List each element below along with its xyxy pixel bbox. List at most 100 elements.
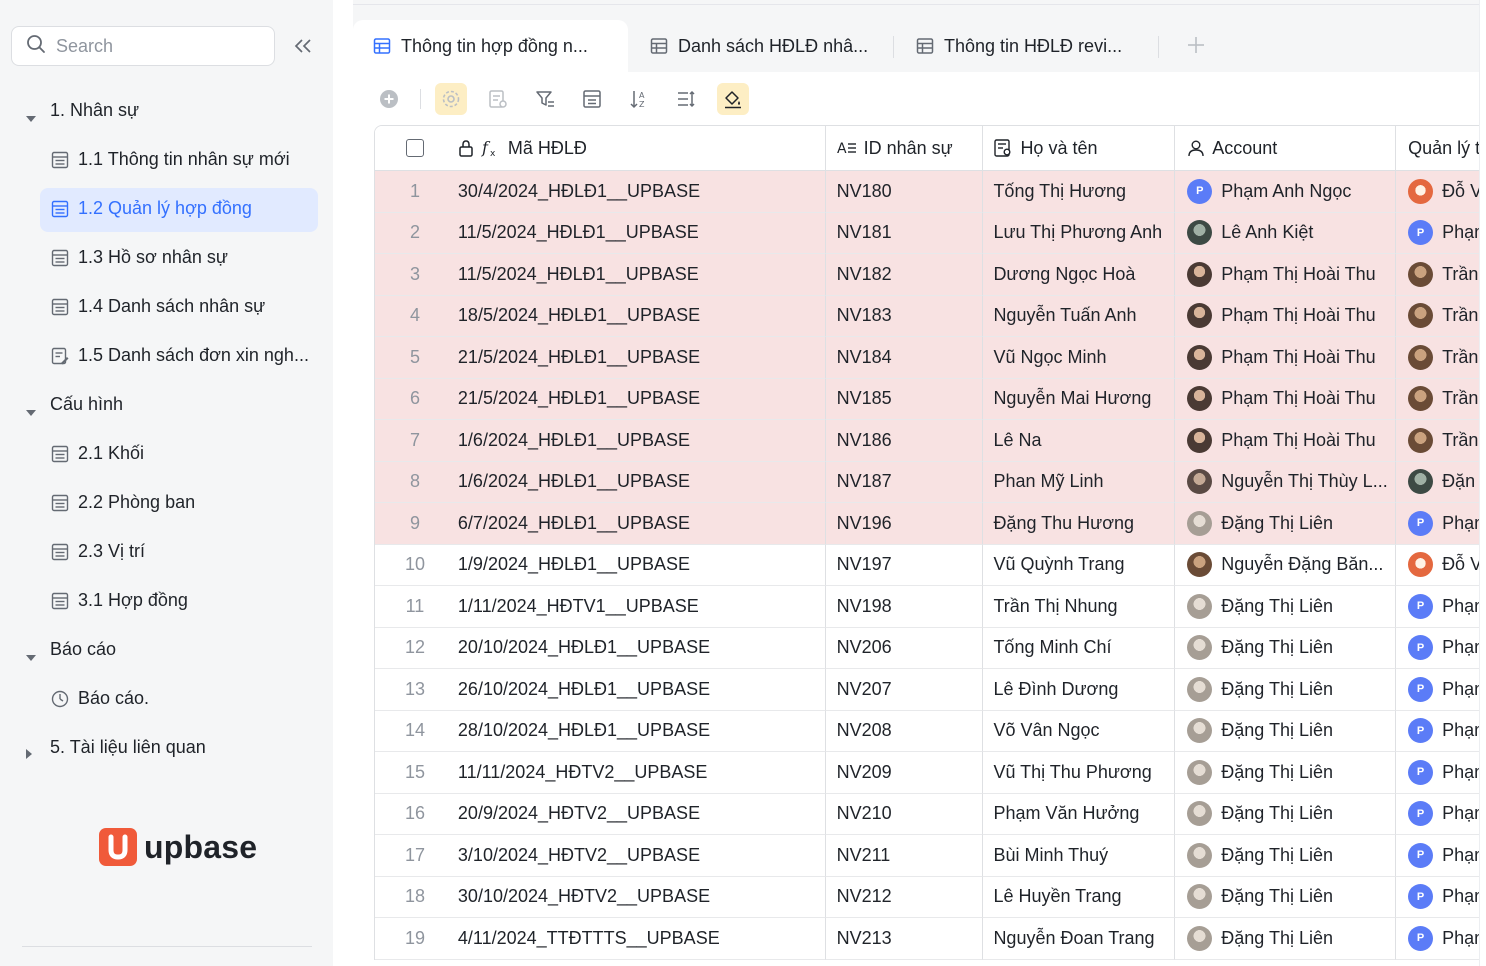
cell-ma-hdld[interactable]: 18/5/2024_HĐLĐ1__UPBASE [454,295,826,337]
cell-quan-ly[interactable]: Đỗ V [1396,171,1486,213]
cell-ma-hdld[interactable]: 30/10/2024_HĐTV2__UPBASE [454,876,826,918]
cell-ho-va-ten[interactable]: Vũ Ngọc Minh [983,337,1176,379]
cell-ho-va-ten[interactable]: Nguyễn Tuấn Anh [983,295,1176,337]
cell-quan-ly[interactable]: P Phạm [1396,711,1486,752]
cell-id-nhan-su[interactable]: NV184 [825,337,984,379]
cell-id-nhan-su[interactable]: NV196 [825,503,984,545]
cell-ho-va-ten[interactable]: Đặng Thu Hương [983,503,1176,545]
cell-account[interactable]: Lê Anh Kiệt [1175,212,1397,254]
cell-ho-va-ten[interactable]: Lê Đình Dương [983,669,1176,711]
cell-account[interactable]: Đặng Thị Liên [1175,752,1397,794]
table-row[interactable]: 19 4/11/2024_TTĐTTTS__UPBASE NV213 Nguyễn Đ… [375,918,1486,960]
sidebar-item[interactable]: 1.5 Danh sách đơn xin ngh... [0,331,333,380]
sidebar-item[interactable]: 1.3 Hồ sơ nhân sự [0,233,333,282]
collapse-sidebar-icon[interactable] [290,34,316,58]
sidebar-item[interactable]: 1.2 Quản lý hợp đồng [0,184,333,233]
table-row[interactable]: 4 18/5/2024_HĐLĐ1__UPBASE NV183 Nguyễn Tuấn… [375,295,1486,337]
cell-ma-hdld[interactable]: 6/7/2024_HĐLĐ1__UPBASE [454,503,826,545]
cell-account[interactable]: Phạm Thị Hoài Thu [1175,420,1397,462]
add-record-icon[interactable] [373,83,405,115]
cell-ho-va-ten[interactable]: Tống Minh Chí [983,627,1176,669]
settings-icon[interactable] [435,83,467,115]
cell-ho-va-ten[interactable]: Nguyễn Đoan Trang [983,918,1176,960]
cell-quan-ly[interactable]: Đặn [1396,461,1486,503]
row-number[interactable]: 4 [375,295,455,337]
cell-ho-va-ten[interactable]: Tống Thị Hương [983,171,1176,213]
column-header-account[interactable]: Account [1175,126,1397,171]
cell-account[interactable]: Phạm Thị Hoài Thu [1175,295,1397,337]
tab-contract-list[interactable]: Danh sách HĐLĐ nhâ... [650,20,868,72]
cell-ma-hdld[interactable]: 11/11/2024_HĐTV2__UPBASE [454,752,826,794]
cell-account[interactable]: Đặng Thị Liên [1175,503,1397,545]
cell-quan-ly[interactable]: Đỗ V [1396,545,1486,586]
group-icon[interactable] [576,83,608,115]
table-row[interactable]: 12 20/10/2024_HĐLĐ1__UPBASE NV206 Tống Minh… [375,627,1486,669]
cell-id-nhan-su[interactable]: NV187 [825,461,984,503]
sidebar-item[interactable]: 2.2 Phòng ban [0,478,333,527]
cell-quan-ly[interactable]: Trần [1396,378,1486,420]
tab-contract-info[interactable]: Thông tin hợp đồng n... [353,20,628,72]
cell-ho-va-ten[interactable]: Vũ Quỳnh Trang [983,544,1176,586]
row-number[interactable]: 5 [375,337,455,379]
cell-id-nhan-su[interactable]: NV206 [825,627,984,669]
table-row[interactable]: 6 21/5/2024_HĐLĐ1__UPBASE NV185 Nguyễn Mai … [375,378,1486,420]
row-number[interactable]: 11 [375,586,455,628]
cell-ho-va-ten[interactable]: Phan Mỹ Linh [983,461,1176,503]
row-number[interactable]: 2 [375,212,455,254]
row-number[interactable]: 18 [375,877,455,918]
caret-right-icon[interactable] [25,744,33,765]
table-row[interactable]: 8 1/6/2024_HĐLĐ1__UPBASE NV187 Phan Mỹ Linh… [375,461,1486,503]
cell-ma-hdld[interactable]: 1/6/2024_HĐLĐ1__UPBASE [454,420,826,462]
row-number[interactable]: 19 [375,918,455,960]
row-number[interactable]: 12 [375,628,455,669]
cell-ho-va-ten[interactable]: Võ Vân Ngọc [983,710,1176,752]
cell-ho-va-ten[interactable]: Lê Huyền Trang [983,876,1176,918]
table-row[interactable]: 10 1/9/2024_HĐLĐ1__UPBASE NV197 Vũ Quỳnh Tr… [375,544,1486,586]
cell-quan-ly[interactable]: P Phạm [1396,835,1486,877]
table-row[interactable]: 9 6/7/2024_HĐLĐ1__UPBASE NV196 Đặng Thu Hươ… [375,503,1486,545]
table-row[interactable]: 13 26/10/2024_HĐLĐ1__UPBASE NV207 Lê Đình D… [375,669,1486,711]
cell-account[interactable]: Đặng Thị Liên [1175,793,1397,835]
row-number[interactable]: 3 [375,254,455,296]
cell-quan-ly[interactable]: P Phạm [1396,586,1486,628]
cell-id-nhan-su[interactable]: NV209 [825,752,984,794]
caret-down-icon[interactable] [25,107,37,128]
cell-id-nhan-su[interactable]: NV197 [825,544,984,586]
cell-ma-hdld[interactable]: 28/10/2024_HĐLĐ1__UPBASE [454,710,826,752]
add-tab-icon[interactable] [1185,34,1207,56]
cell-account[interactable]: Nguyễn Thị Thùy L... [1175,461,1397,503]
row-number[interactable]: 9 [375,503,455,545]
cell-id-nhan-su[interactable]: NV198 [825,586,984,628]
cell-account[interactable]: Phạm Thị Hoài Thu [1175,254,1397,296]
cell-quan-ly[interactable]: P Phạm [1396,877,1486,918]
cell-quan-ly[interactable]: P Phạm [1396,212,1486,254]
column-header-ma-hdld[interactable]: fx Mã HĐLĐ [454,126,826,171]
table-row[interactable]: 1 30/4/2024_HĐLĐ1__UPBASE NV180 Tống Thị Hư… [375,171,1486,213]
cell-quan-ly[interactable]: Trần [1396,254,1486,296]
cell-ma-hdld[interactable]: 1/6/2024_HĐLĐ1__UPBASE [454,461,826,503]
sidebar-item[interactable]: Báo cáo. [0,674,333,723]
cell-quan-ly[interactable]: P Phạm [1396,918,1486,960]
cell-ma-hdld[interactable]: 11/5/2024_HĐLĐ1__UPBASE [454,254,826,296]
cell-ho-va-ten[interactable]: Vũ Thị Thu Phương [983,752,1176,794]
cell-ma-hdld[interactable]: 3/10/2024_HĐTV2__UPBASE [454,835,826,877]
table-row[interactable]: 17 3/10/2024_HĐTV2__UPBASE NV211 Bùi Minh T… [375,835,1486,877]
cell-account[interactable]: Phạm Thị Hoài Thu [1175,337,1397,379]
cell-ma-hdld[interactable]: 1/11/2024_HĐTV1__UPBASE [454,586,826,628]
cell-account[interactable]: Đặng Thị Liên [1175,918,1397,960]
sort-icon[interactable]: AZ [623,83,655,115]
cell-id-nhan-su[interactable]: NV210 [825,793,984,835]
cell-id-nhan-su[interactable]: NV180 [825,171,984,213]
column-header-id-nhan-su[interactable]: A ID nhân sự [825,126,984,171]
cell-id-nhan-su[interactable]: NV213 [825,918,984,960]
table-row[interactable]: 11 1/11/2024_HĐTV1__UPBASE NV198 Trần Thị N… [375,586,1486,628]
cell-id-nhan-su[interactable]: NV186 [825,420,984,462]
cell-account[interactable]: Đặng Thị Liên [1175,835,1397,877]
cell-quan-ly[interactable]: Trần [1396,337,1486,379]
table-row[interactable]: 7 1/6/2024_HĐLĐ1__UPBASE NV186 Lê Na Phạm Th… [375,420,1486,462]
cell-ho-va-ten[interactable]: Trần Thị Nhung [983,586,1176,628]
search-box[interactable] [11,26,275,66]
cell-id-nhan-su[interactable]: NV211 [825,835,984,877]
cell-account[interactable]: Đặng Thị Liên [1175,669,1397,711]
cell-id-nhan-su[interactable]: NV185 [825,378,984,420]
